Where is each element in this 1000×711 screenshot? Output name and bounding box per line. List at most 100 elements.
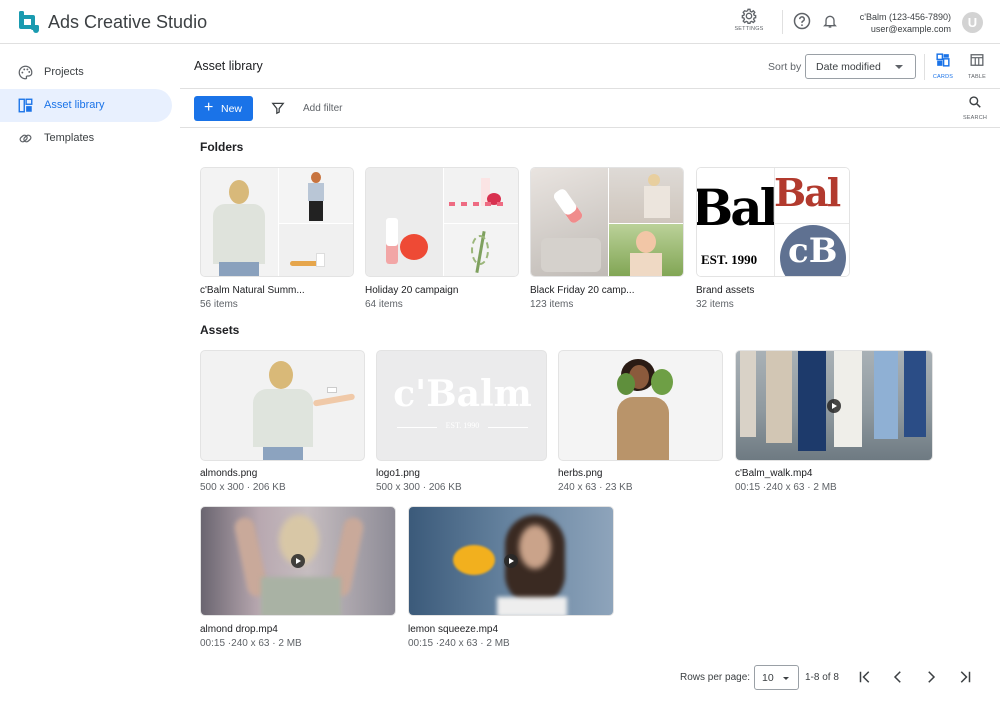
folder-count: 56 items [200, 299, 238, 310]
folder-name: Black Friday 20 camp... [530, 285, 635, 296]
asset-card[interactable]: lemon squeeze.mp4 00:15 ·240 x 63 · 2 MB [408, 506, 614, 652]
asset-meta: 500 x 300 · 206 KB [376, 482, 462, 493]
sidebar-item-asset-library[interactable]: Asset library [0, 89, 172, 122]
page-title: Asset library [194, 59, 263, 73]
next-page-icon[interactable] [922, 668, 940, 686]
app-title: Ads Creative Studio [48, 12, 208, 32]
folder-count: 123 items [530, 299, 574, 310]
sidebar-item-label: Asset library [44, 99, 105, 111]
search-label: SEARCH [962, 115, 988, 121]
bell-icon[interactable] [822, 12, 838, 30]
account-name: c'Balm (123-456-7890) [859, 12, 951, 22]
logo-est: EST. 1990 [437, 421, 488, 430]
previous-page-icon[interactable] [889, 668, 907, 686]
asset-meta: 00:15 ·240 x 63 · 2 MB [408, 638, 510, 649]
play-icon [827, 398, 841, 413]
rows-per-page-select[interactable]: 10 [754, 665, 799, 690]
video-thumbnail [735, 350, 933, 461]
sidebar-item-projects[interactable]: Projects [0, 56, 172, 89]
divider [180, 127, 1000, 128]
help-icon[interactable] [793, 12, 811, 30]
asset-card[interactable]: c'Balm_walk.mp4 00:15 ·240 x 63 · 2 MB [735, 350, 933, 496]
video-thumbnail [200, 506, 396, 616]
account-email: user@example.com [870, 24, 951, 34]
asset-thumbnail: c'Balm EST. 1990 [376, 350, 547, 461]
asset-card[interactable]: herbs.png 240 x 63 · 23 KB [558, 350, 723, 496]
folders-heading: Folders [200, 140, 244, 154]
add-filter-button[interactable]: Add filter [303, 103, 342, 114]
search-button[interactable]: SEARCH [962, 95, 988, 123]
cards-icon [936, 53, 950, 67]
rows-per-page-value: 10 [762, 672, 774, 684]
asset-meta: 00:15 ·240 x 63 · 2 MB [735, 482, 837, 493]
palette-icon [18, 65, 33, 80]
asset-card[interactable]: c'Balm EST. 1990 logo1.png 500 x 300 · 2… [376, 350, 547, 496]
folder-name: Brand assets [696, 285, 755, 296]
brand-wordmark-red: Bal [774, 170, 841, 215]
new-button[interactable]: + New [194, 96, 253, 121]
asset-card[interactable]: almonds.png 500 x 300 · 206 KB [200, 350, 365, 496]
divider [180, 88, 1000, 89]
play-icon [504, 554, 518, 568]
asset-thumbnail [200, 350, 365, 461]
first-page-icon[interactable] [856, 668, 874, 686]
asset-thumbnail [558, 350, 723, 461]
caret-down-icon [783, 677, 789, 680]
table-view-button[interactable]: TABLE [963, 53, 991, 81]
page-range: 1-8 of 8 [805, 672, 839, 683]
asset-meta: 240 x 63 · 23 KB [558, 482, 633, 493]
cards-label: CARDS [932, 74, 954, 80]
logo-wordmark: c'Balm [393, 373, 532, 415]
account-info[interactable]: c'Balm (123-456-7890) user@example.com [860, 11, 951, 35]
folder-thumbnail [365, 167, 519, 277]
sort-by-label: Sort by [768, 61, 802, 73]
sidebar-item-templates[interactable]: Templates [0, 122, 172, 155]
folder-name: Holiday 20 campaign [365, 285, 459, 296]
asset-name: herbs.png [558, 468, 603, 479]
asset-meta: 500 x 300 · 206 KB [200, 482, 286, 493]
brand-monogram: cB [788, 231, 838, 271]
asset-name: almonds.png [200, 468, 258, 479]
sidebar-item-label: Projects [44, 66, 84, 78]
avatar[interactable]: U [962, 12, 983, 33]
asset-name: lemon squeeze.mp4 [408, 624, 499, 635]
caret-down-icon [895, 65, 903, 69]
sort-select[interactable]: Date modified [805, 54, 916, 79]
sidebar-item-label: Templates [44, 132, 95, 144]
settings-label: SETTINGS [734, 26, 764, 32]
search-icon [969, 96, 981, 108]
app-logo-icon [19, 11, 39, 33]
settings-button[interactable]: SETTINGS [730, 8, 768, 38]
sidebar: Projects Asset library Templates [0, 45, 180, 711]
last-page-icon[interactable] [956, 668, 974, 686]
assets-heading: Assets [200, 323, 240, 337]
asset-meta: 00:15 ·240 x 63 · 2 MB [200, 638, 302, 649]
filter-icon[interactable] [271, 101, 285, 115]
layers-icon [19, 134, 32, 143]
divider [782, 10, 783, 34]
asset-card[interactable]: almond drop.mp4 00:15 ·240 x 63 · 2 MB [200, 506, 396, 652]
play-icon [291, 554, 305, 568]
video-thumbnail [408, 506, 614, 616]
folder-name: c'Balm Natural Summ... [200, 285, 305, 296]
sort-value: Date modified [816, 61, 881, 73]
gear-icon [741, 8, 757, 24]
folder-count: 64 items [365, 299, 403, 310]
folder-thumbnail: Bal EST. 1990 Bal cB [696, 167, 850, 277]
brand-est: EST. 1990 [701, 252, 758, 267]
table-icon [970, 54, 984, 66]
table-label: TABLE [967, 74, 986, 80]
folder-count: 32 items [696, 299, 734, 310]
folder-thumbnail [530, 167, 684, 277]
plus-icon: + [204, 99, 214, 116]
folder-card[interactable]: Holiday 20 campaign 64 items [365, 167, 519, 312]
asset-name: almond drop.mp4 [200, 624, 278, 635]
cards-view-button[interactable]: CARDS [929, 53, 957, 81]
folder-card[interactable]: Bal EST. 1990 Bal cB Brand assets 32 ite… [696, 167, 850, 312]
top-app-bar: Ads Creative Studio SETTINGS c'Balm (123… [0, 0, 1000, 44]
asset-name: logo1.png [376, 468, 420, 479]
folder-card[interactable]: Black Friday 20 camp... 123 items [530, 167, 684, 312]
rows-per-page-label: Rows per page: [680, 672, 751, 683]
divider [924, 54, 925, 80]
folder-card[interactable]: c'Balm Natural Summ... 56 items [200, 167, 354, 312]
